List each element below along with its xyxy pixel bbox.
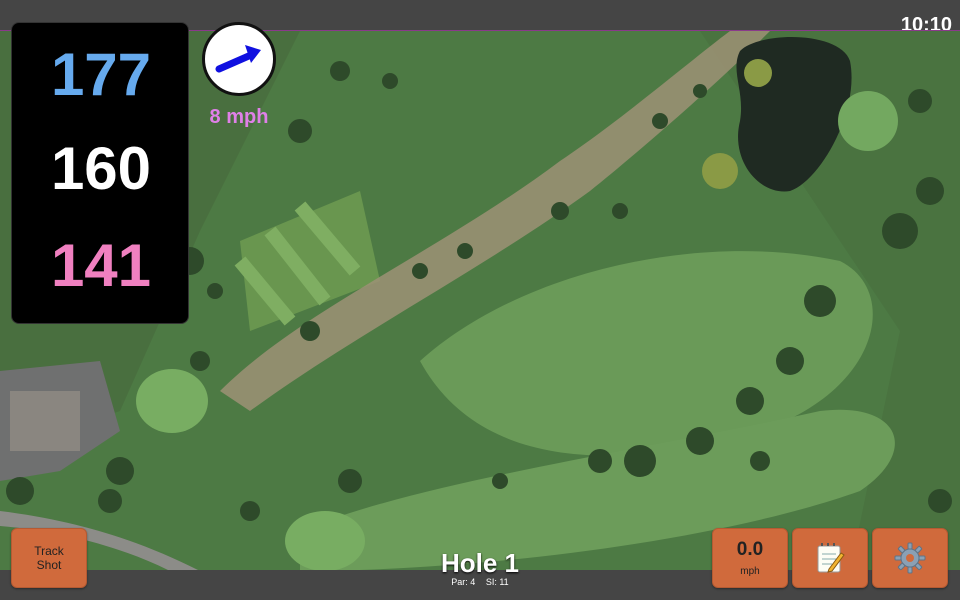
speed-button[interactable]: 0.0 mph <box>712 528 788 588</box>
speed-value: 0.0 <box>736 539 764 560</box>
distance-front: 141 <box>50 232 152 299</box>
wind-speed: 8 mph <box>209 106 269 128</box>
distance-panel: 177 160 141 <box>11 22 189 324</box>
hole-par: Par: 4 <box>451 577 476 587</box>
wind-indicator <box>202 22 276 96</box>
notepad-icon <box>817 543 845 573</box>
track-shot-label-line1: Track <box>34 544 64 558</box>
distance-back: 177 <box>50 41 152 108</box>
hole-stroke-index: SI: 11 <box>485 577 509 587</box>
track-shot-button[interactable]: Track Shot <box>11 528 87 588</box>
gear-icon <box>894 542 926 574</box>
distance-middle: 160 <box>50 135 152 202</box>
hole-info: Par: 4 SI: 11 <box>380 577 580 587</box>
hole-title: Hole 1 <box>440 548 520 578</box>
speed-unit: mph <box>740 566 760 577</box>
settings-button[interactable] <box>872 528 948 588</box>
track-shot-label-line2: Shot <box>36 558 62 572</box>
notes-button[interactable] <box>792 528 868 588</box>
wind-arrow-icon <box>215 45 261 73</box>
